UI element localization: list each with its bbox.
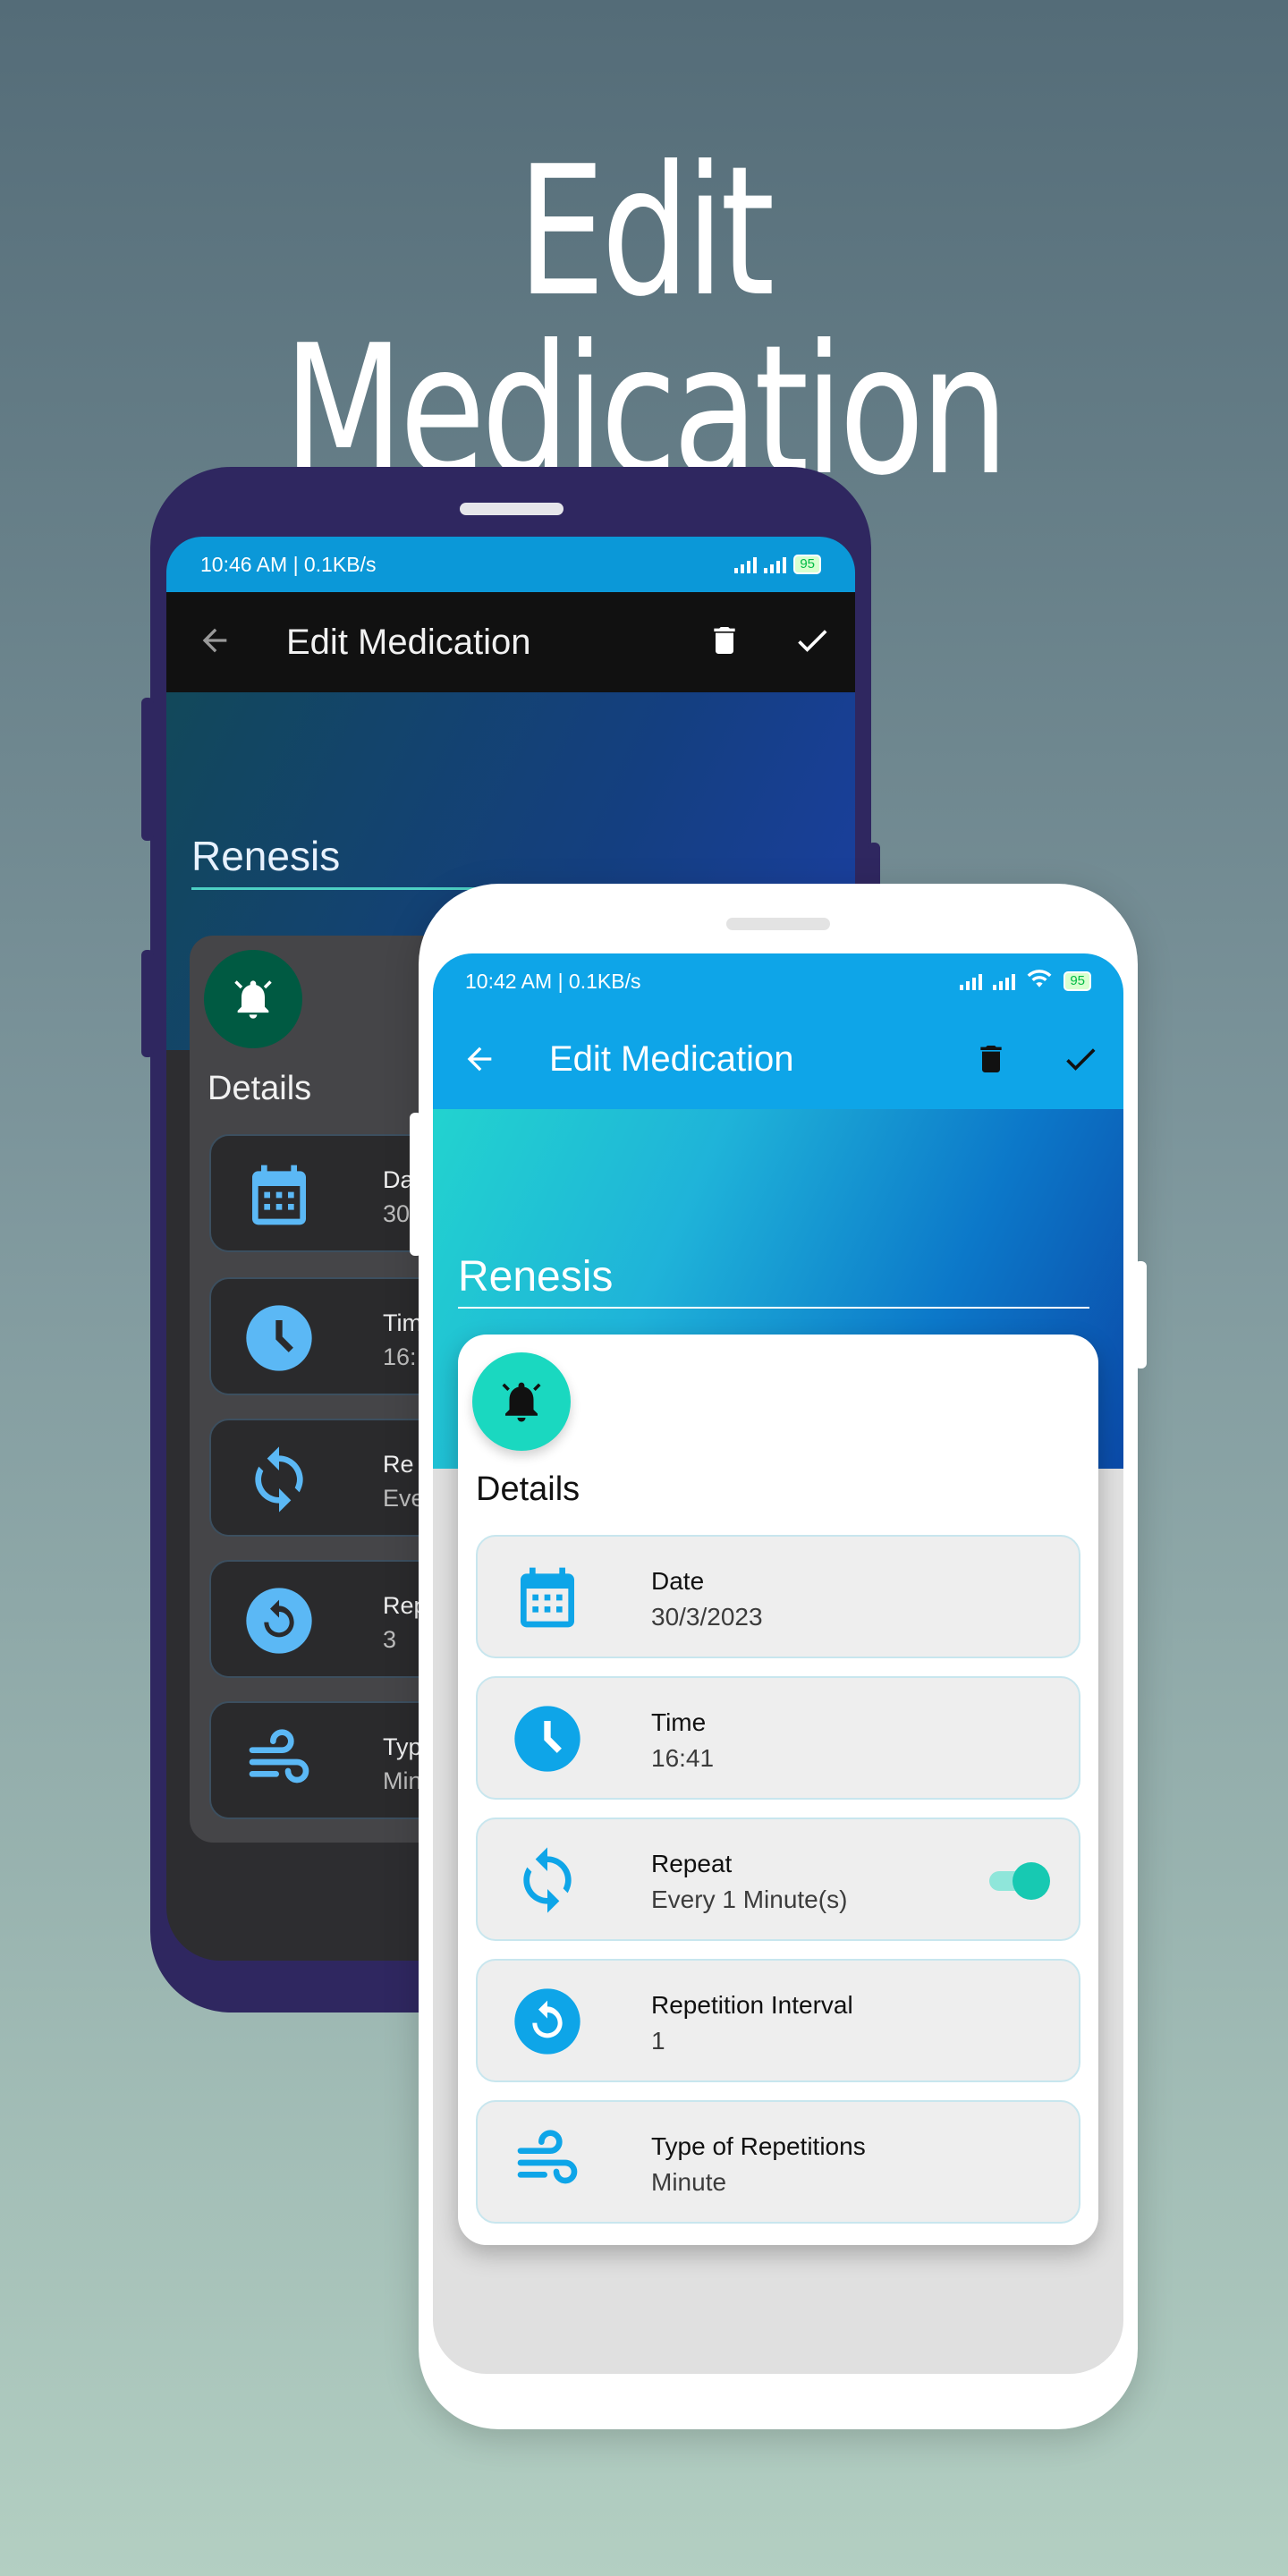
repetition-interval-row[interactable]: Repetition Interval 1 [476,1959,1080,2082]
dark-signal-icon-2 [764,555,787,573]
check-icon[interactable] [1046,1025,1114,1093]
repetition-interval-label: Repetition Interval [651,1991,853,2019]
dark-app-title: Edit Medication [286,622,531,662]
dark-status-battery: 95 [734,555,821,574]
replay-icon [246,1588,312,1654]
toggle-knob [1013,1862,1050,1900]
dark-check-icon[interactable] [792,621,832,665]
battery-icon: 95 [1063,971,1091,991]
repeat-icon [523,1847,572,1913]
dark-row-value: 16: [383,1343,417,1370]
calendar-icon [252,1165,306,1225]
dark-details-label: Details [208,1070,312,1107]
hero-title: Edit Medication [283,128,1009,515]
repeat-label: Repeat [651,1850,733,1877]
replay-icon [514,1988,580,2055]
dark-trash-icon[interactable] [707,623,742,663]
dark-status-time: 10:46 AM | 0.1KB/s [200,552,377,576]
repeat-toggle[interactable] [986,1862,1050,1900]
dark-phone-side-button [141,950,154,1057]
dark-status-bar: 10:46 AM | 0.1KB/s 95 [166,537,855,592]
time-label: Time [651,1708,707,1736]
dark-row-value: Min [383,1767,422,1794]
clock-icon [246,1305,312,1371]
time-value: 16:41 [651,1744,715,1772]
status-icons: 95 [960,969,1091,994]
dark-signal-icon [734,555,758,573]
dark-battery-icon: 95 [793,555,821,574]
phone-speaker [726,918,830,930]
date-row[interactable]: Date 30/3/2023 [476,1535,1080,1658]
dark-row-value: 3 [383,1626,397,1653]
repetition-interval-value: 1 [651,2027,665,2055]
repetition-type-label: Type of Repetitions [651,2132,866,2160]
dark-bell-icon[interactable] [204,950,302,1048]
light-phone-mockup: 10:42 AM | 0.1KB/s 95 Edit Medication Re… [410,884,1147,2429]
phone-screen: 10:42 AM | 0.1KB/s 95 Edit Medication Re… [433,953,1123,2374]
date-value: 30/3/2023 [651,1603,763,1631]
dark-row-label: Re [383,1451,414,1478]
repeat-value: Every 1 Minute(s) [651,1885,848,1913]
details-card: Details Date 30/3/2023 Time 16:41 Repeat… [458,1335,1098,2245]
app-title: Edit Medication [549,1038,794,1079]
dark-phone-side-button [141,698,154,841]
dark-med-name[interactable]: Renesis [191,832,853,890]
calendar-icon [521,1567,574,1628]
wind-icon [517,2130,578,2184]
dark-back-icon[interactable] [197,623,233,663]
dark-app-bar: Edit Medication [166,592,855,692]
repeat-row[interactable]: Repeat Every 1 Minute(s) [476,1818,1080,1941]
medication-name-field[interactable]: Renesis [458,1252,1089,1309]
signal-icon-2 [993,972,1016,990]
details-heading: Details [476,1470,580,1508]
repeat-icon [255,1446,303,1513]
dark-row-value: 30 [383,1200,411,1227]
trash-icon[interactable] [957,1025,1025,1093]
clock-icon [514,1706,580,1772]
dark-row-label: Tim [383,1309,422,1336]
repetition-type-value: Minute [651,2168,727,2196]
phone-side-button [410,1113,422,1256]
wifi-icon [1026,969,1053,994]
app-bar: Edit Medication [433,1009,1123,1109]
dark-row-label: Typ [383,1733,422,1760]
dark-phone-speaker [460,503,564,515]
time-row[interactable]: Time 16:41 [476,1676,1080,1800]
wind-icon [249,1729,309,1784]
bell-icon[interactable] [472,1352,571,1451]
date-label: Date [651,1567,705,1595]
phone-side-button [1134,1261,1147,1368]
arrow-back-icon[interactable] [445,1025,513,1093]
repetition-type-row[interactable]: Type of Repetitions Minute [476,2100,1080,2224]
status-time: 10:42 AM | 0.1KB/s [465,969,641,993]
signal-icon [960,972,983,990]
status-bar: 10:42 AM | 0.1KB/s 95 [433,953,1123,1009]
